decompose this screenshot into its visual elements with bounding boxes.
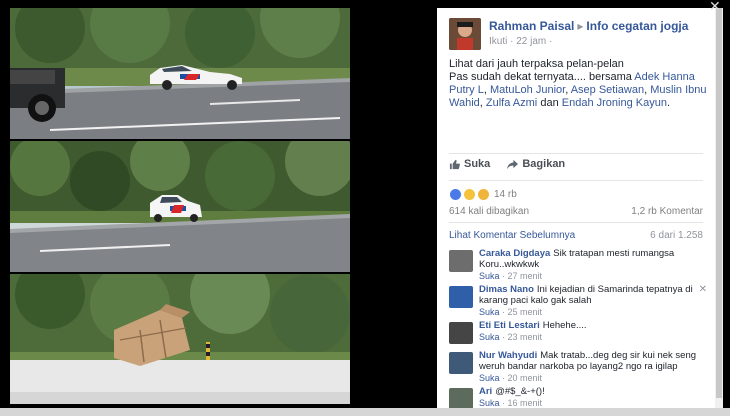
comment-time[interactable]: 20 menit [508,373,543,383]
post-photo[interactable] [10,8,350,404]
author-line: Rahman Paisal ▸ Info cegatan jogja [489,19,688,33]
commenter-name[interactable]: Caraka Digdaya [479,248,550,259]
comment-item: Nur Wahyudi Mak tratab...deg deg sir kui … [449,350,703,384]
group-name[interactable]: Info cegatan jogja [586,19,688,33]
like-label: Suka [464,158,491,170]
photo-panel-2 [10,141,350,272]
comment-item: Caraka Digdaya Sik tratapan mesti rumangs… [449,248,703,282]
bottom-strip [0,408,730,416]
tag-link[interactable]: Asep Setiawan [571,84,644,96]
reaction-count: 14 rb [494,188,517,200]
like-button[interactable]: Suka [449,158,490,170]
haha-reaction-icon [463,187,476,201]
comment-time[interactable]: 16 menit [508,398,543,408]
reactions-summary[interactable]: 14 rb [449,186,517,202]
tag-link[interactable]: Endah Jroning Kayun [562,97,667,109]
comments-scrollbar[interactable] [715,8,723,408]
like-reaction-icon [449,187,462,201]
view-previous-comments-link[interactable]: Lihat Komentar Sebelumnya [449,230,575,241]
comment-item: Eti Eti Lestari Hehehe.... Suka · 23 meni… [449,320,703,348]
comment-time[interactable]: 23 menit [508,332,543,342]
author-avatar[interactable] [449,18,481,50]
commenter-avatar[interactable] [449,250,473,272]
post-timestamp[interactable]: Ikuti · 22 jam · [489,36,552,47]
author-name[interactable]: Rahman Paisal [489,19,574,33]
comment-list: Caraka Digdaya Sik tratapan mesti rumangs… [449,248,707,408]
commenter-name[interactable]: Dimas Nano [479,284,534,295]
close-icon[interactable]: ✕ [699,284,707,295]
comment-like-link[interactable]: Suka [479,271,500,281]
comment-like-link[interactable]: Suka [479,398,500,408]
comment-count[interactable]: 1,2 rb Komentar [631,206,703,217]
comment-time[interactable]: 25 menit [508,307,543,317]
post-sidebar: Rahman Paisal ▸ Info cegatan jogja Ikuti ·… [437,8,715,408]
and-label: dan [540,97,559,109]
comment-like-link[interactable]: Suka [479,373,500,383]
commenter-avatar[interactable] [449,388,473,408]
tag-link[interactable]: Zulfa Azmi [486,97,537,109]
commenter-name[interactable]: Nur Wahyudi [479,350,537,361]
divider [449,180,703,181]
comment-item: Ari @#$_&-+()! Suka · 16 menit [449,386,703,408]
commenter-avatar[interactable] [449,352,473,374]
commenter-avatar[interactable] [449,286,473,308]
commenter-avatar[interactable] [449,322,473,344]
comment-time[interactable]: 27 menit [508,271,543,281]
post-text-line1: Lihat dari jauh terpaksa pelan-pelan [449,58,624,70]
comment-like-link[interactable]: Suka [479,332,500,342]
tag-link[interactable]: MatuLoh Junior [490,84,565,96]
with-label: bersama [589,71,632,83]
close-viewer-icon[interactable]: ✕ [709,0,721,15]
commenter-name[interactable]: Eti Eti Lestari [479,320,540,331]
thumbs-up-icon [449,159,460,169]
comment-text: @#$_&-+()! [495,386,545,397]
scrollbar-thumb[interactable] [716,8,722,398]
arrow-right-icon: ▸ [577,19,584,33]
divider [449,153,703,154]
post-header: Rahman Paisal ▸ Info cegatan jogja Ikuti ·… [449,18,709,52]
share-label: Bagikan [522,158,566,170]
post-actions: Suka Bagikan [449,158,701,174]
commenter-name[interactable]: Ari [479,386,492,397]
divider [449,222,703,223]
comments-pagination: 6 dari 1.258 [650,230,703,241]
comment-text: Hehehe.... [542,320,587,331]
photo-panel-1 [10,8,350,139]
post-stats: 614 kali dibagikan 1,2 rb Komentar [449,206,703,217]
share-count[interactable]: 614 kali dibagikan [449,206,529,217]
post-text: Lihat dari jauh terpaksa pelan-pelan Pas… [449,58,711,110]
wow-reaction-icon [477,187,490,201]
share-arrow-icon [507,159,519,169]
photo-viewer [0,0,437,408]
post-text-line2: Pas sudah dekat ternyata.... [449,71,586,83]
photo-panel-3 [10,274,350,404]
comment-item: Dimas Nano Ini kejadian di Samarinda tepa… [449,284,707,318]
previous-comments-bar: Lihat Komentar Sebelumnya 6 dari 1.258 [449,230,703,241]
share-button[interactable]: Bagikan [507,158,565,170]
comment-like-link[interactable]: Suka [479,307,500,317]
